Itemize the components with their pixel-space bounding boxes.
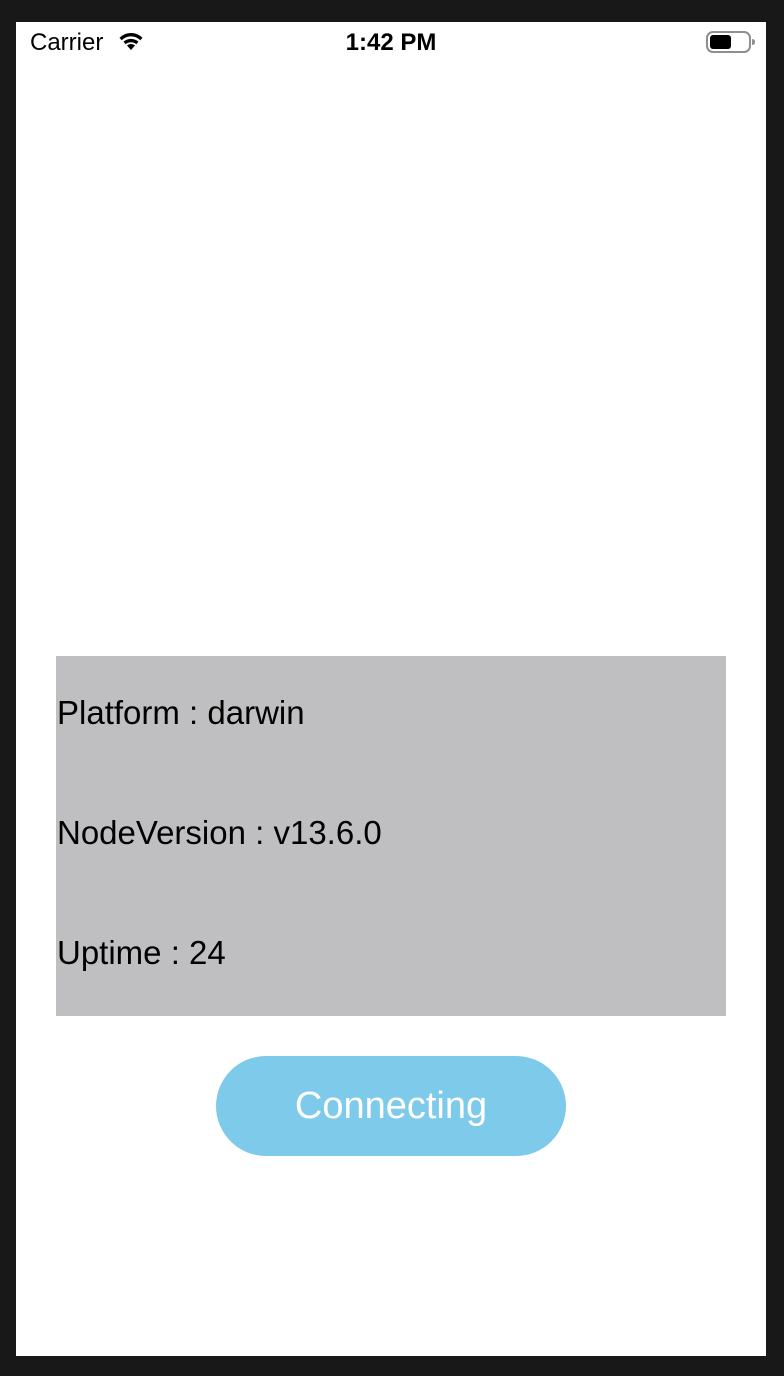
platform-text: Platform : darwin xyxy=(57,694,305,731)
status-bar: Carrier 1:42 PM xyxy=(16,22,766,62)
app-screen: Carrier 1:42 PM Platform : darwin NodeVe… xyxy=(16,22,766,1356)
system-info-panel: Platform : darwin NodeVersion : v13.6.0 … xyxy=(56,656,726,1016)
connect-button[interactable]: Connecting xyxy=(216,1056,566,1156)
status-time: 1:42 PM xyxy=(345,29,437,56)
node-version-text: NodeVersion : v13.6.0 xyxy=(57,814,382,851)
battery-icon xyxy=(706,31,755,53)
uptime-text: Uptime : 24 xyxy=(57,934,226,971)
